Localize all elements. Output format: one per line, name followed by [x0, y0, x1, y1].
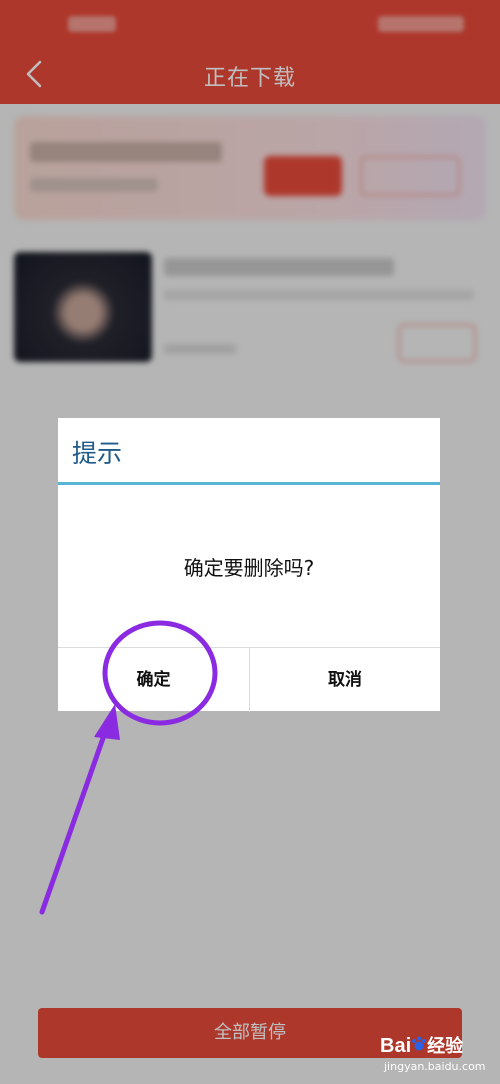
dialog-title-divider: [58, 482, 440, 485]
watermark-url: jingyan.baidu.com: [384, 1060, 486, 1073]
dialog-actions: 确定 取消: [58, 647, 440, 712]
watermark-brand-text: Bai: [380, 1035, 412, 1057]
dialog-title: 提示: [72, 439, 123, 468]
baidu-jingyan-watermark: Bai 经验 jingyan.baidu.com: [380, 1030, 496, 1082]
paw-logo-icon: [412, 1036, 427, 1051]
watermark-brand: Bai 经验: [380, 1032, 463, 1058]
confirm-dialog: 提示 确定要删除吗? 确定 取消: [58, 418, 440, 712]
watermark-brand-tail: 经验: [427, 1036, 464, 1056]
cancel-button[interactable]: 取消: [249, 648, 440, 712]
confirm-button[interactable]: 确定: [58, 648, 249, 712]
dialog-message: 确定要删除吗?: [183, 556, 315, 580]
